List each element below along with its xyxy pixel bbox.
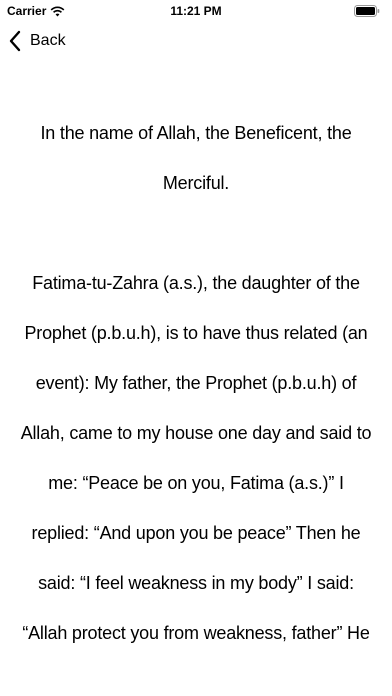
paragraph-bismillah: In the name of Allah, the Beneficent, th… — [40, 123, 352, 193]
navigation-bar: Back — [0, 22, 392, 62]
screen: Carrier 11:21 PM Back In the name of All… — [0, 0, 392, 696]
back-button-label: Back — [30, 32, 66, 49]
paragraph-narration: Fatima-tu-Zahra (a.s.), the daughter of … — [20, 273, 372, 643]
battery-icon — [354, 5, 380, 17]
status-bar: Carrier 11:21 PM — [0, 0, 392, 22]
back-button[interactable]: Back — [8, 26, 66, 56]
chevron-left-icon — [9, 30, 21, 52]
article-text: In the name of Allah, the Beneficent, th… — [18, 108, 374, 658]
status-time: 11:21 PM — [170, 4, 222, 18]
